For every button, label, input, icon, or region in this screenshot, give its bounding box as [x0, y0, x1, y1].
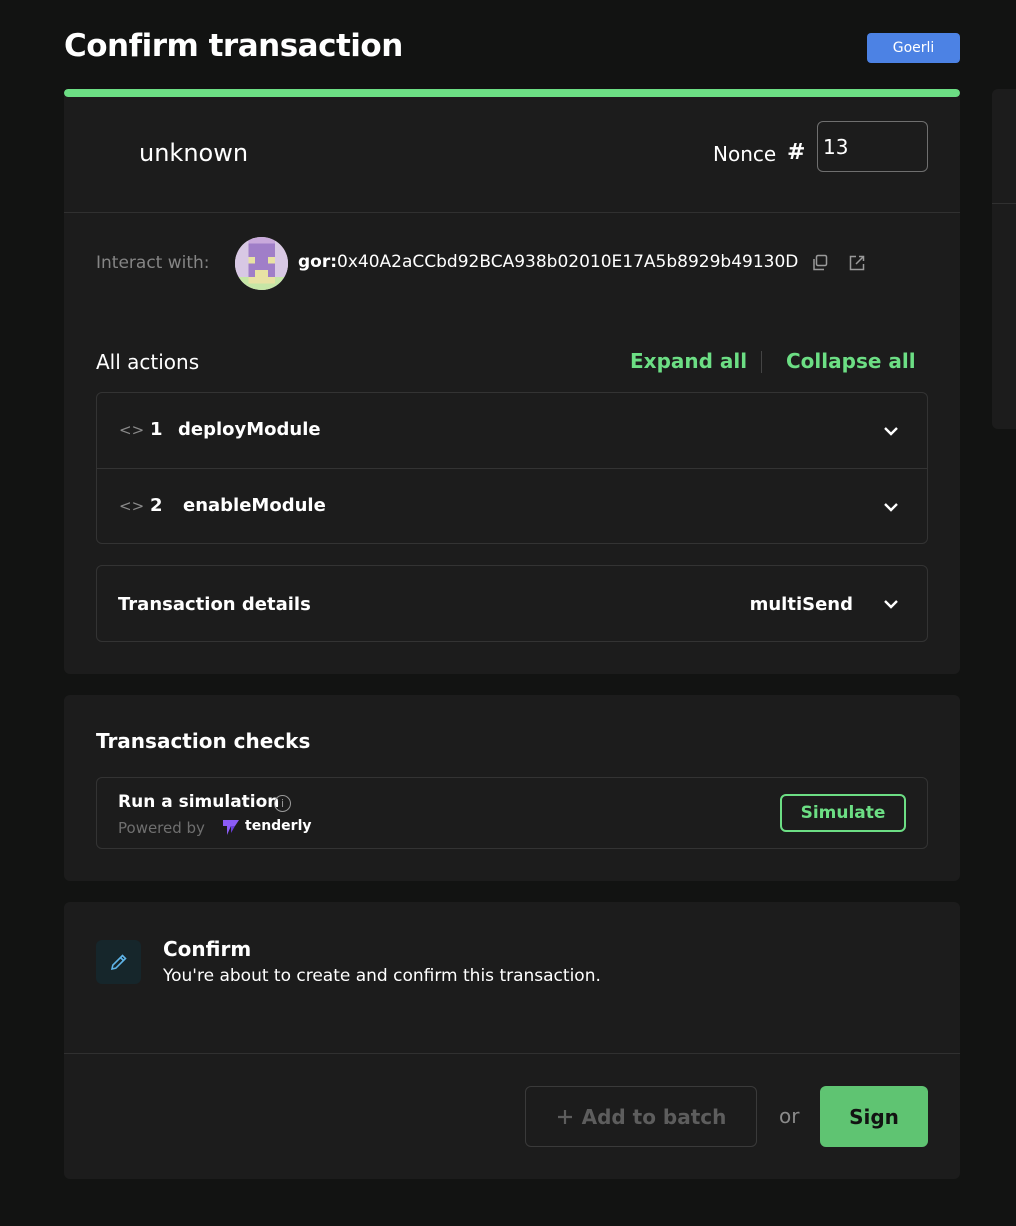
- simulation-box: Run a simulation i Powered by tenderly S…: [96, 777, 928, 849]
- nonce-input[interactable]: [817, 121, 928, 172]
- details-method: multiSend: [749, 594, 853, 615]
- tenderly-logo-icon: [223, 820, 239, 835]
- transaction-card: unknown Nonce # Interact with: gor:0x40A…: [64, 89, 960, 674]
- simulation-title: Run a simulation: [118, 792, 280, 812]
- all-actions-label: All actions: [96, 350, 200, 374]
- actions-list: <> 1 deployModule <> 2 enableModule: [96, 392, 928, 544]
- action-name: enableModule: [183, 495, 326, 516]
- side-panel-divider: [992, 203, 1016, 204]
- pencil-icon: [96, 940, 141, 984]
- transaction-name: unknown: [139, 139, 249, 167]
- code-icon: <>: [119, 421, 145, 439]
- nonce-hash: #: [787, 140, 806, 165]
- sign-button[interactable]: Sign: [820, 1086, 928, 1147]
- checks-title: Transaction checks: [96, 729, 311, 753]
- simulate-button[interactable]: Simulate: [780, 794, 906, 832]
- code-icon: <>: [119, 497, 145, 515]
- address-prefix: gor:: [298, 252, 338, 272]
- chevron-down-icon[interactable]: [881, 497, 901, 517]
- nonce-label: Nonce: [713, 142, 777, 166]
- collapse-all-button[interactable]: Collapse all: [786, 349, 916, 373]
- network-badge: Goerli: [867, 33, 960, 63]
- add-to-batch-button[interactable]: Add to batch: [525, 1086, 757, 1147]
- progress-bar: [64, 89, 960, 97]
- action-row[interactable]: <> 1 deployModule: [97, 393, 927, 468]
- transaction-checks-card: Transaction checks Run a simulation i Po…: [64, 695, 960, 881]
- action-index: 2: [150, 495, 163, 516]
- chevron-down-icon[interactable]: [881, 594, 901, 614]
- page-title: Confirm transaction: [64, 28, 403, 64]
- chevron-down-icon[interactable]: [881, 421, 901, 441]
- details-label: Transaction details: [118, 594, 311, 615]
- address-value: 0x40A2aCCbd92BCA938b02010E17A5b8929b4913…: [337, 252, 799, 272]
- contract-address: gor:0x40A2aCCbd92BCA938b02010E17A5b8929b…: [298, 252, 798, 272]
- info-icon[interactable]: i: [274, 795, 291, 812]
- confirm-card: Confirm You're about to create and confi…: [64, 902, 960, 1179]
- or-label: or: [779, 1104, 800, 1128]
- external-link-icon[interactable]: [847, 253, 867, 273]
- transaction-header: unknown Nonce #: [64, 97, 960, 213]
- plus-icon: [557, 1109, 572, 1124]
- tenderly-name: tenderly: [245, 818, 312, 834]
- action-name: deployModule: [178, 419, 321, 440]
- transaction-details[interactable]: Transaction details multiSend: [96, 565, 928, 642]
- expand-all-button[interactable]: Expand all: [630, 349, 747, 373]
- actions-separator: [761, 351, 762, 373]
- powered-by-label: Powered by: [118, 819, 205, 837]
- confirm-title: Confirm: [163, 937, 252, 961]
- confirm-description: You're about to create and confirm this …: [163, 966, 601, 986]
- action-row[interactable]: <> 2 enableModule: [97, 468, 927, 543]
- action-index: 1: [150, 419, 163, 440]
- confirm-divider: [64, 1053, 960, 1054]
- side-panel: [992, 89, 1016, 429]
- progress-fill: [64, 89, 960, 97]
- add-to-batch-label: Add to batch: [581, 1104, 727, 1129]
- interact-label: Interact with:: [96, 253, 210, 273]
- copy-icon[interactable]: [810, 253, 830, 273]
- avatar: [235, 237, 288, 290]
